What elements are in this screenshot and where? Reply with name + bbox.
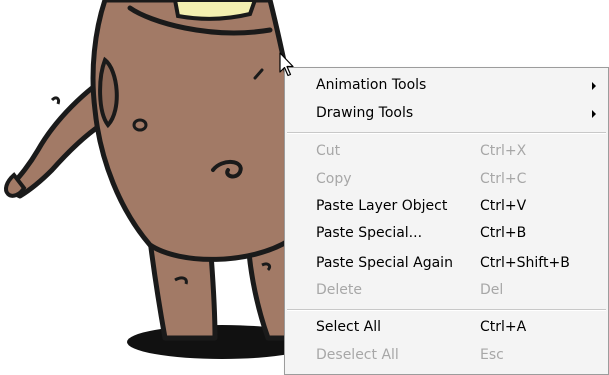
menu-item-label: Cut (316, 143, 341, 159)
menu-item-shortcut: Ctrl+A (480, 319, 527, 335)
menu-item-label: Animation Tools (316, 77, 427, 93)
mouse-pointer-icon (279, 52, 294, 77)
menu-item-label: Paste Special... (316, 225, 423, 241)
menu-item-shortcut: Ctrl+C (480, 171, 527, 187)
submenu-arrow-icon (592, 82, 596, 90)
context-menu: Animation Tools Drawing Tools Cut Ctrl+X… (284, 67, 609, 375)
character-mark (50, 96, 60, 105)
menu-item-shortcut: Ctrl+X (480, 143, 527, 159)
menu-item-label: Copy (316, 171, 352, 187)
character-eyes (172, 0, 258, 21)
menu-item-drawing-tools[interactable]: Drawing Tools (285, 100, 608, 126)
menu-item-shortcut: Esc (480, 347, 504, 363)
menu-item-label: Paste Layer Object (316, 198, 448, 214)
menu-item-paste-special-again[interactable]: Paste Special Again Ctrl+Shift+B (285, 250, 608, 276)
menu-item-select-all[interactable]: Select All Ctrl+A (285, 314, 608, 340)
menu-item-cut[interactable]: Cut Ctrl+X (285, 138, 608, 164)
menu-item-label: Delete (316, 282, 362, 298)
menu-item-copy[interactable]: Copy Ctrl+C (285, 166, 608, 192)
menu-item-label: Paste Special Again (316, 255, 453, 271)
character-body (90, 0, 300, 262)
menu-item-deselect-all[interactable]: Deselect All Esc (285, 342, 608, 368)
menu-separator (287, 132, 606, 134)
menu-item-shortcut: Ctrl+V (480, 198, 527, 214)
menu-item-delete[interactable]: Delete Del (285, 277, 608, 303)
menu-item-paste-special[interactable]: Paste Special... Ctrl+B (285, 220, 608, 246)
menu-item-paste-layer-object[interactable]: Paste Layer Object Ctrl+V (285, 193, 608, 219)
menu-item-shortcut: Ctrl+B (480, 225, 527, 241)
menu-item-label: Select All (316, 319, 381, 335)
menu-item-shortcut: Ctrl+Shift+B (480, 255, 570, 271)
menu-item-label: Deselect All (316, 347, 399, 363)
submenu-arrow-icon (592, 110, 596, 118)
menu-item-shortcut: Del (480, 282, 504, 298)
menu-separator (287, 309, 606, 311)
menu-item-animation-tools[interactable]: Animation Tools (285, 72, 608, 98)
menu-item-label: Drawing Tools (316, 105, 414, 121)
